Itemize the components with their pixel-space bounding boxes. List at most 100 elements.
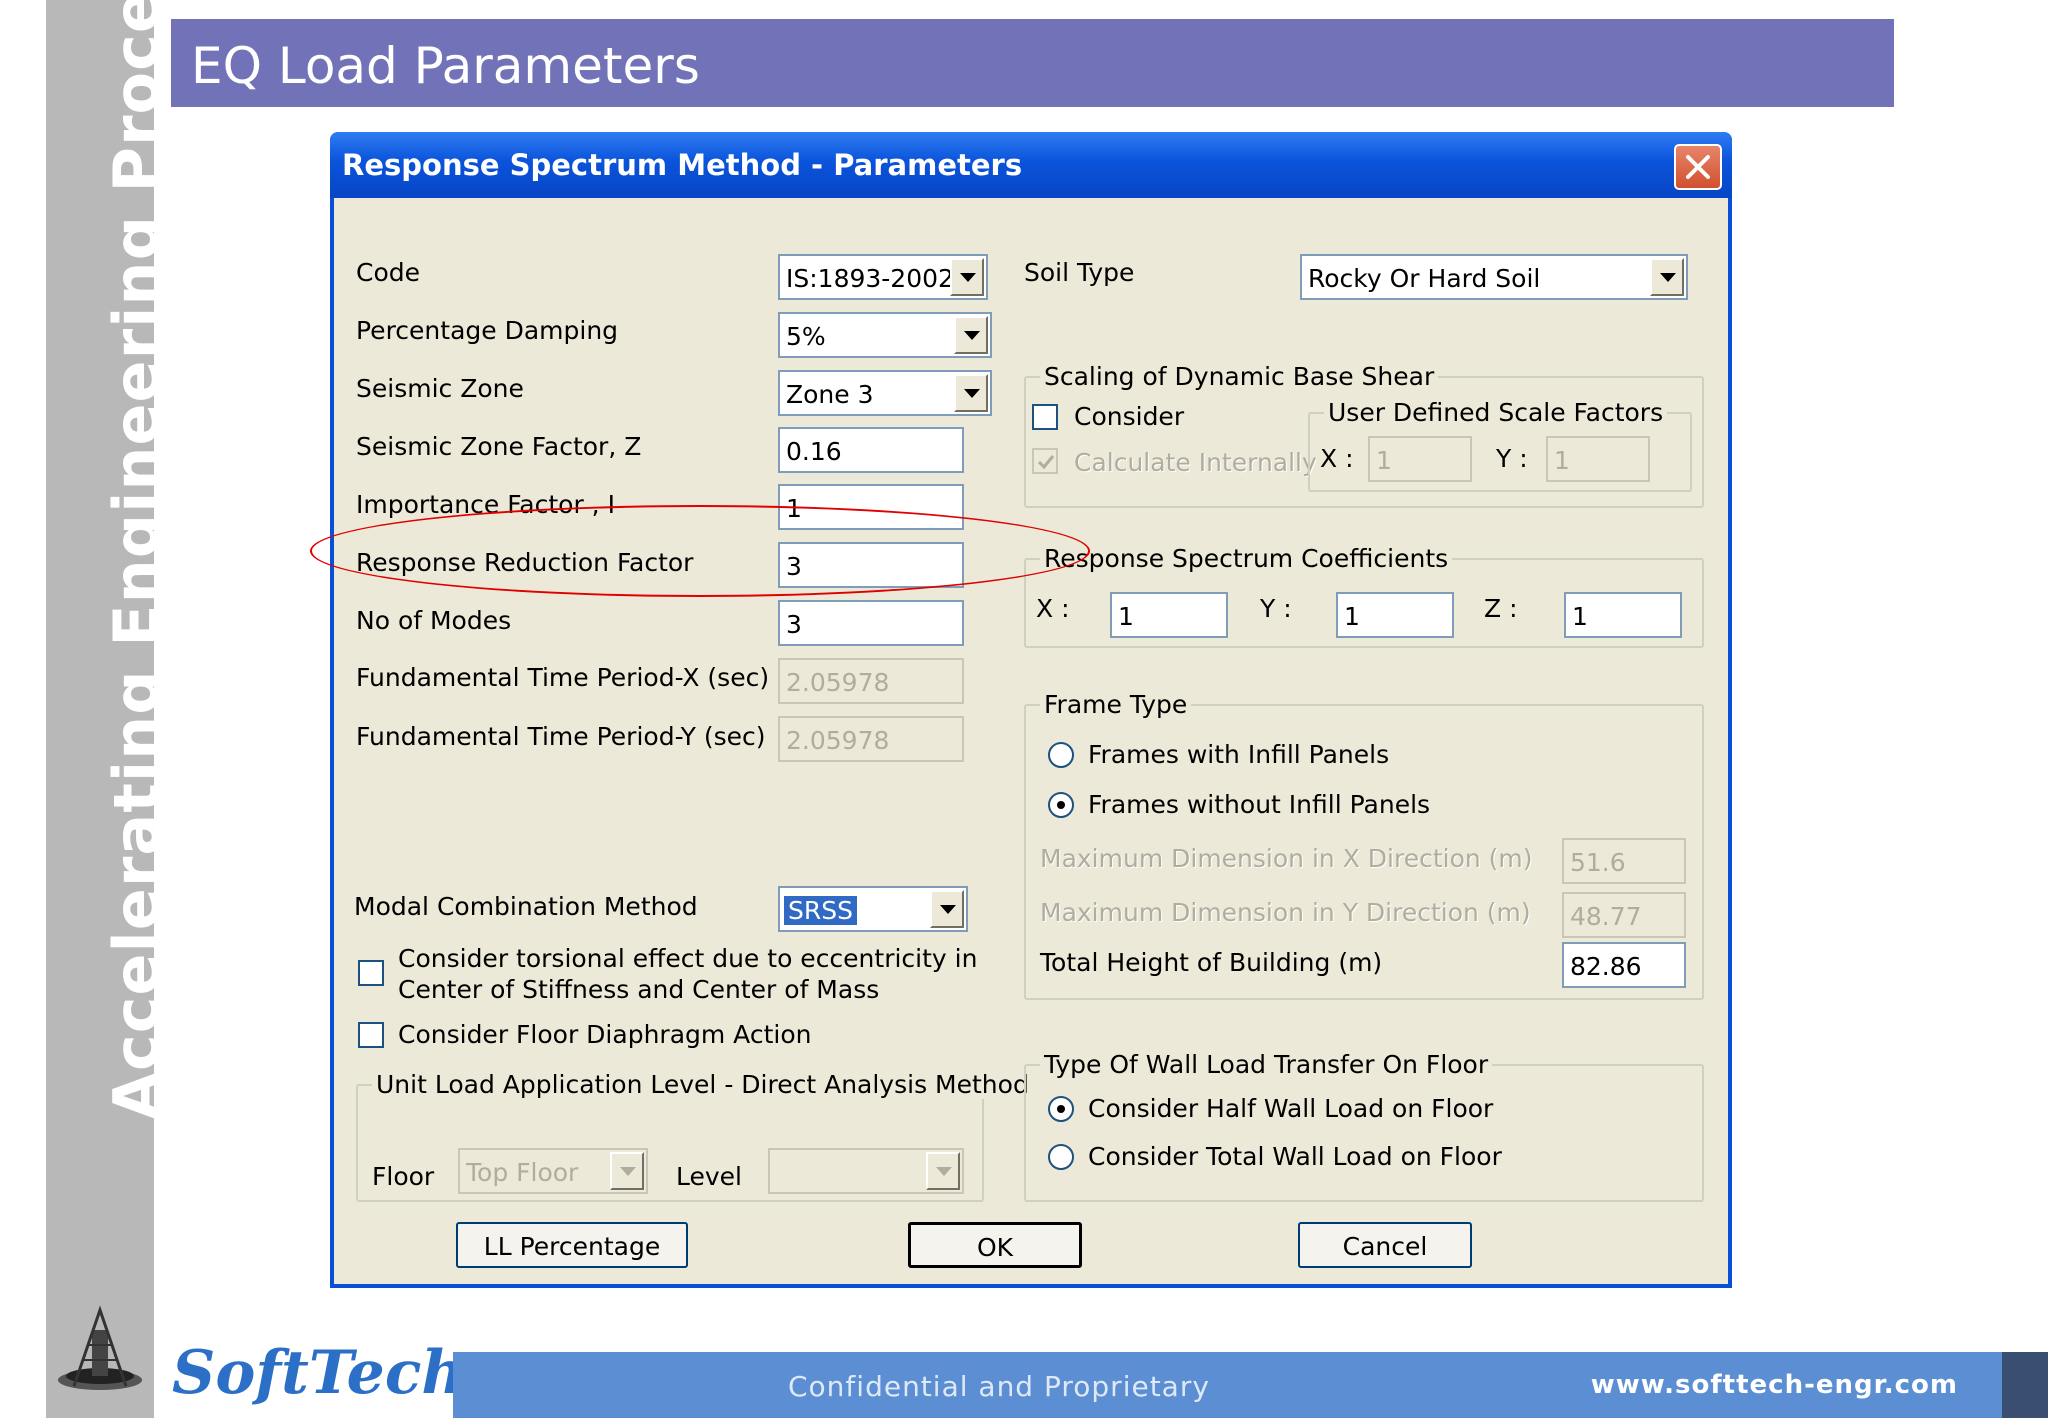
tower-logo-icon (58, 1305, 142, 1390)
floor-label: Floor (372, 1162, 435, 1191)
sidebar-slogan: Accelerating Engineering Processes (100, 0, 173, 1120)
scaling-title: Scaling of Dynamic Base Shear (1040, 362, 1439, 391)
modal-dropdown-arrow[interactable] (930, 890, 964, 928)
floor-dropdown-arrow (610, 1152, 644, 1190)
chevron-down-icon (940, 905, 956, 914)
code-value: IS:1893-2002 (786, 264, 954, 293)
calculate-internally-checkbox (1032, 448, 1058, 474)
period-y-input: 2.05978 (778, 716, 964, 762)
max-x-label: Maximum Dimension in X Direction (m) (1040, 844, 1533, 873)
frame-no-infill-label: Frames without Infill Panels (1088, 790, 1431, 819)
damping-label: Percentage Damping (356, 316, 619, 345)
modes-label: No of Modes (356, 606, 512, 635)
chevron-down-icon (960, 273, 976, 282)
damping-value: 5% (786, 322, 826, 351)
torsion-checkbox[interactable] (358, 960, 384, 986)
frame-type-title: Frame Type (1040, 690, 1192, 719)
coeff-z-input[interactable]: 1 (1564, 592, 1682, 638)
unit-load-title: Unit Load Application Level - Direct Ana… (372, 1070, 1033, 1099)
coeff-x-input[interactable]: 1 (1110, 592, 1228, 638)
close-icon (1686, 155, 1710, 179)
modal-label: Modal Combination Method (354, 892, 698, 921)
period-x-label: Fundamental Time Period-X (sec) (356, 663, 770, 692)
floor-select: Top Floor (458, 1148, 648, 1194)
dialog-title: Response Spectrum Method - Parameters (342, 148, 1023, 182)
user-scale-title: User Defined Scale Factors (1324, 398, 1668, 427)
softtech-logo: SoftTech (172, 1338, 465, 1408)
total-wall-label: Consider Total Wall Load on Floor (1088, 1142, 1502, 1171)
response-spectrum-dialog: Response Spectrum Method - Parameters Co… (330, 132, 1732, 1288)
modal-combination-select[interactable]: SRSS (778, 886, 968, 932)
soil-dropdown-arrow[interactable] (1650, 258, 1684, 296)
coeff-y-input[interactable]: 1 (1336, 592, 1454, 638)
modes-input[interactable]: 3 (778, 600, 964, 646)
frame-infill-label: Frames with Infill Panels (1088, 740, 1390, 769)
close-button[interactable] (1674, 144, 1722, 190)
footer-confidential: Confidential and Proprietary (788, 1370, 1210, 1403)
cancel-button[interactable]: Cancel (1298, 1222, 1472, 1268)
zone-select[interactable]: Zone 3 (778, 370, 992, 416)
coeff-title: Response Spectrum Coefficients (1040, 544, 1453, 573)
frame-infill-radio[interactable] (1048, 742, 1074, 768)
soil-label: Soil Type (1024, 258, 1135, 287)
height-input[interactable]: 82.86 (1562, 942, 1686, 988)
slide-footer: Confidential and Proprietary www.softtec… (453, 1352, 2048, 1418)
chevron-down-icon (964, 389, 980, 398)
max-x-input: 51.6 (1562, 838, 1686, 884)
level-select (768, 1148, 964, 1194)
coeff-x-label: X : (1036, 594, 1070, 623)
chevron-down-icon (620, 1167, 636, 1176)
scale-x-input: 1 (1368, 436, 1472, 482)
floor-value: Top Floor (466, 1158, 579, 1187)
torsion-label-line1: Consider torsional effect due to eccentr… (398, 944, 978, 973)
coeff-z-label: Z : (1484, 594, 1518, 623)
calculate-internally-label: Calculate Internally (1074, 448, 1317, 477)
scale-x-label: X : (1320, 444, 1354, 473)
footer-url: www.softtech-engr.com (1590, 1370, 1958, 1400)
code-select[interactable]: IS:1893-2002 (778, 254, 988, 300)
chevron-down-icon (936, 1167, 952, 1176)
torsion-label-line2: Center of Stiffness and Center of Mass (398, 975, 880, 1004)
half-wall-radio[interactable] (1048, 1096, 1074, 1122)
damping-dropdown-arrow[interactable] (954, 316, 988, 354)
height-label: Total Height of Building (m) (1040, 948, 1383, 977)
zone-factor-label: Seismic Zone Factor, Z (356, 432, 642, 461)
scale-y-label: Y : (1496, 444, 1528, 473)
damping-select[interactable]: 5% (778, 312, 992, 358)
slide-header: EQ Load Parameters (171, 19, 1894, 107)
level-dropdown-arrow (926, 1152, 960, 1190)
level-label: Level (676, 1162, 742, 1191)
zone-value: Zone 3 (786, 380, 874, 409)
code-dropdown-arrow[interactable] (950, 258, 984, 296)
diaphragm-label: Consider Floor Diaphragm Action (398, 1020, 812, 1049)
soil-value: Rocky Or Hard Soil (1308, 264, 1541, 293)
modal-value: SRSS (784, 896, 857, 925)
max-y-label: Maximum Dimension in Y Direction (m) (1040, 898, 1531, 927)
check-icon (1037, 455, 1055, 470)
soil-select[interactable]: Rocky Or Hard Soil (1300, 254, 1688, 300)
diaphragm-checkbox[interactable] (358, 1022, 384, 1048)
consider-scaling-checkbox[interactable] (1032, 404, 1058, 430)
consider-label: Consider (1074, 402, 1185, 431)
total-wall-radio[interactable] (1048, 1144, 1074, 1170)
coeff-y-label: Y : (1260, 594, 1292, 623)
half-wall-label: Consider Half Wall Load on Floor (1088, 1094, 1494, 1123)
scale-y-input: 1 (1546, 436, 1650, 482)
ll-percentage-button[interactable]: LL Percentage (456, 1222, 688, 1268)
frame-no-infill-radio[interactable] (1048, 792, 1074, 818)
wall-load-title: Type Of Wall Load Transfer On Floor (1040, 1050, 1493, 1079)
chevron-down-icon (964, 331, 980, 340)
chevron-down-icon (1660, 273, 1676, 282)
dialog-body: Code IS:1893-2002 Percentage Damping 5% … (334, 198, 1728, 1284)
slide-title: EQ Load Parameters (191, 37, 700, 95)
zone-dropdown-arrow[interactable] (954, 374, 988, 412)
zone-factor-input[interactable]: 0.16 (778, 427, 964, 473)
code-label: Code (356, 258, 421, 287)
max-y-input: 48.77 (1562, 892, 1686, 938)
footer-end-block (2002, 1352, 2048, 1418)
zone-label: Seismic Zone (356, 374, 524, 403)
dialog-titlebar[interactable]: Response Spectrum Method - Parameters (330, 132, 1732, 198)
period-y-label: Fundamental Time Period-Y (sec) (356, 722, 766, 751)
highlight-ellipse (310, 505, 1090, 597)
ok-button[interactable]: OK (908, 1222, 1082, 1268)
